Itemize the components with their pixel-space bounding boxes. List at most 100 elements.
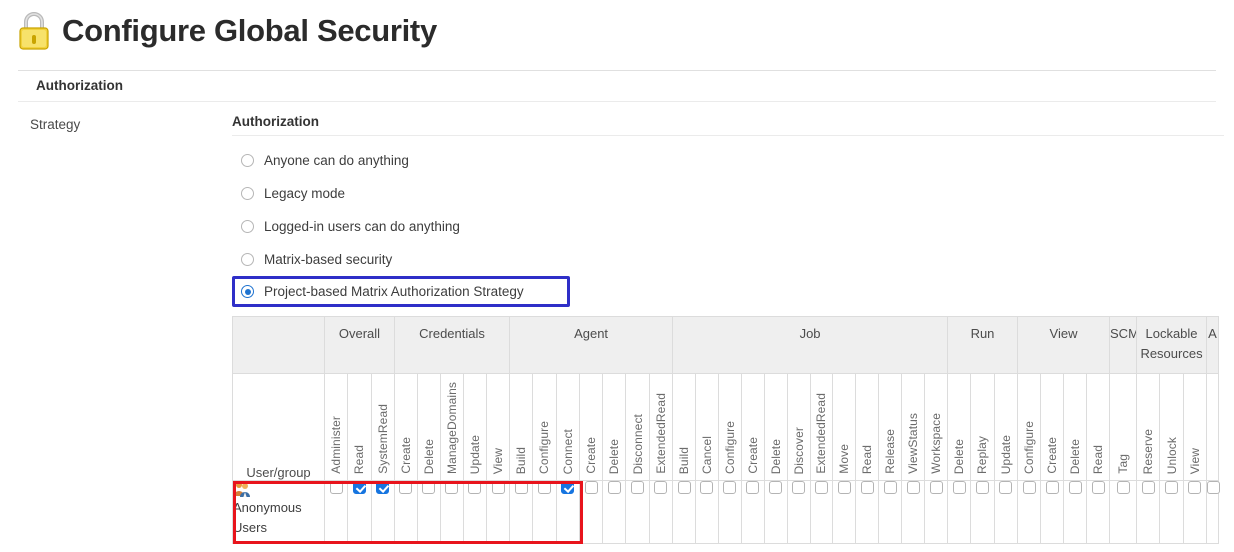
matrix-group-header: SCM [1109, 316, 1138, 374]
radio-option-logged-in-users-can-do-anything[interactable]: Logged-in users can do anything [232, 210, 570, 243]
permission-checkbox-cell[interactable] [1040, 480, 1064, 544]
permission-checkbox-cell[interactable] [946, 480, 972, 544]
permission-checkbox[interactable] [975, 481, 989, 494]
permission-checkbox-cell[interactable] [370, 480, 395, 544]
permission-checkbox[interactable] [769, 481, 783, 494]
permission-label: Tag [1116, 454, 1131, 474]
permission-checkbox[interactable] [1165, 481, 1178, 494]
permission-checkbox-cell[interactable] [740, 480, 765, 544]
permission-label: Reserve [1141, 428, 1156, 474]
permission-checkbox-cell[interactable] [532, 480, 557, 544]
permission-checkbox-cell[interactable] [416, 480, 441, 544]
radio-indicator[interactable] [241, 220, 254, 233]
permission-checkbox[interactable] [906, 481, 920, 494]
strategy-label: Strategy [30, 117, 81, 132]
permission-checkbox[interactable] [677, 481, 691, 494]
permission-checkbox[interactable] [746, 481, 760, 494]
permission-checkbox-cell[interactable] [695, 480, 719, 544]
permission-checkbox[interactable] [514, 481, 528, 494]
permission-checkbox-cell[interactable] [347, 480, 372, 544]
user-group-name-line1: Anonymous [233, 500, 302, 515]
permission-checkbox-cell[interactable] [763, 480, 788, 544]
permission-checkbox-cell[interactable] [1109, 480, 1138, 544]
permission-checkbox[interactable] [999, 481, 1013, 494]
permission-checkbox[interactable] [1188, 481, 1202, 494]
permission-checkbox[interactable] [792, 481, 806, 494]
permission-checkbox-cell[interactable] [717, 480, 742, 544]
radio-option-anyone-can-do-anything[interactable]: Anyone can do anything [232, 144, 570, 177]
permission-checkbox-checked[interactable] [376, 481, 390, 494]
permission-checkbox[interactable] [607, 481, 621, 494]
permission-checkbox-cell[interactable] [1206, 480, 1221, 544]
permission-checkbox[interactable] [929, 481, 943, 494]
permission-checkbox-cell[interactable] [648, 480, 674, 544]
radio-indicator-selected[interactable] [241, 285, 254, 298]
permission-checkbox[interactable] [1091, 481, 1105, 494]
permission-checkbox[interactable] [1116, 481, 1130, 494]
permission-checkbox-cell[interactable] [509, 480, 534, 544]
permission-checkbox-cell[interactable] [832, 480, 857, 544]
permission-checkbox-cell[interactable] [1085, 480, 1111, 544]
permission-checkbox[interactable] [1045, 481, 1059, 494]
permission-checkbox-cell[interactable] [786, 480, 811, 544]
permission-checkbox[interactable] [468, 481, 482, 494]
radio-indicator[interactable] [241, 253, 254, 266]
permission-checkbox[interactable] [814, 481, 828, 494]
permission-checkbox[interactable] [952, 481, 966, 494]
permission-checkbox-cell[interactable] [672, 480, 696, 544]
permission-checkbox-cell[interactable] [393, 480, 418, 544]
permission-label: Create [1045, 437, 1059, 474]
permission-checkbox[interactable] [723, 481, 737, 494]
permission-checkbox-cell[interactable] [625, 480, 650, 544]
radio-option-matrix-based-security[interactable]: Matrix-based security [232, 243, 570, 276]
permission-checkbox[interactable] [537, 481, 551, 494]
permission-checkbox[interactable] [700, 481, 714, 494]
radio-indicator[interactable] [241, 154, 254, 167]
radio-option-legacy-mode[interactable]: Legacy mode [232, 177, 570, 210]
permission-checkbox-cell[interactable] [970, 480, 995, 544]
authorization-strategy-radiogroup: Anyone can do anything Legacy mode Logge… [232, 144, 1234, 307]
permission-checkbox-cell[interactable] [1136, 480, 1161, 544]
permission-checkbox[interactable] [631, 481, 645, 494]
permission-checkbox[interactable] [422, 481, 436, 494]
permission-checkbox-cell[interactable] [1017, 480, 1041, 544]
permission-checkbox-checked[interactable] [352, 481, 366, 494]
permission-checkbox[interactable] [584, 481, 598, 494]
permission-checkbox-cell[interactable] [878, 480, 903, 544]
permission-label: Configure [537, 421, 552, 474]
permission-checkbox[interactable] [837, 481, 851, 494]
permission-checkbox[interactable] [1022, 481, 1036, 494]
permission-checkbox-cell[interactable] [1159, 480, 1184, 544]
permission-checkbox-cell[interactable] [901, 480, 926, 544]
permission-checkbox-cell[interactable] [485, 480, 511, 544]
permission-checkbox[interactable] [860, 481, 874, 494]
permission-checkbox-cell[interactable] [855, 480, 880, 544]
permission-checkbox[interactable] [445, 481, 459, 494]
permission-checkbox[interactable] [1068, 481, 1082, 494]
permission-header-cell: Create [393, 373, 418, 481]
permission-checkbox[interactable] [399, 481, 413, 494]
radio-option-label: Project-based Matrix Authorization Strat… [264, 284, 524, 299]
permission-checkbox-cell[interactable] [439, 480, 464, 544]
permission-checkbox[interactable] [1207, 481, 1221, 494]
permission-checkbox-cell[interactable] [323, 480, 349, 544]
permission-checkbox-cell[interactable] [993, 480, 1019, 544]
permission-checkbox-cell[interactable] [1063, 480, 1087, 544]
permission-checkbox[interactable] [1141, 481, 1155, 494]
permission-checkbox-cell[interactable] [462, 480, 487, 544]
permission-checkbox-cell[interactable] [809, 480, 834, 544]
permission-checkbox[interactable] [883, 481, 897, 494]
permission-checkbox-checked[interactable] [561, 481, 575, 494]
permission-checkbox[interactable] [329, 481, 343, 494]
permission-checkbox-cell[interactable] [555, 480, 580, 544]
radio-option-project-based-matrix-authorization-strategy[interactable]: Project-based Matrix Authorization Strat… [232, 276, 570, 307]
permission-checkbox[interactable] [654, 481, 668, 494]
radio-indicator[interactable] [241, 187, 254, 200]
permission-checkbox-cell[interactable] [602, 480, 627, 544]
permission-checkbox-cell[interactable] [924, 480, 948, 544]
permission-checkbox[interactable] [491, 481, 505, 494]
permission-header-cell: ExtendedRead [809, 373, 834, 481]
settings-right-column: Authorization Anyone can do anything Leg… [232, 102, 1234, 544]
permission-checkbox-cell[interactable] [578, 480, 604, 544]
permission-checkbox-cell[interactable] [1182, 480, 1208, 544]
